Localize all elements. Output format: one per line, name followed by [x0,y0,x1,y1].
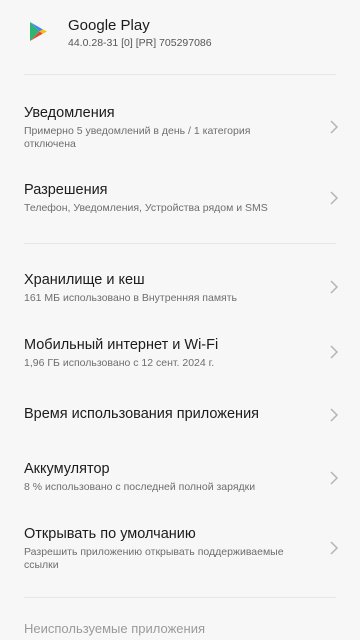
settings-item-title: Хранилище и кеш [24,272,145,288]
unused-apps-title[interactable]: Неиспользуемые приложения [24,621,205,636]
settings-item-mobile-data[interactable]: Мобильный интернет и Wi-Fi 1,96 ГБ испол… [0,333,360,373]
divider [24,597,336,598]
settings-item-subtitle: 1,96 ГБ использовано с 12 сент. 2024 г. [24,357,215,369]
settings-item-screen-time[interactable]: Время использования приложения [0,400,360,428]
google-play-icon [26,20,50,44]
chevron-right-icon [328,190,340,206]
settings-item-open-by-default[interactable]: Открывать по умолчанию Разрешить приложе… [0,522,360,574]
chevron-right-icon [328,470,340,486]
settings-item-title: Мобильный интернет и Wi-Fi [24,337,219,353]
app-version: 44.0.28-31 [0] [PR] 705297086 [68,37,212,49]
settings-item-title: Открывать по умолчанию [24,526,196,542]
settings-item-subtitle: Примерно 5 уведомлений в день / 1 катего… [24,125,251,150]
divider [24,243,336,244]
app-name: Google Play [68,17,150,34]
settings-item-permissions[interactable]: Разрешения Телефон, Уведомления, Устройс… [0,178,360,222]
settings-item-subtitle: 8 % использовано с последней полной заря… [24,481,256,493]
settings-item-title: Время использования приложения [24,406,260,422]
settings-item-title: Аккумулятор [24,461,110,477]
chevron-right-icon [328,407,340,423]
chevron-right-icon [328,344,340,360]
chevron-right-icon [328,540,340,556]
settings-item-notifications[interactable]: Уведомления Примерно 5 уведомлений в ден… [0,100,360,156]
divider [24,74,336,75]
settings-item-title: Уведомления [24,105,115,121]
settings-item-subtitle: 161 МБ использовано в Внутренняя память [24,292,238,304]
settings-item-subtitle: Телефон, Уведомления, Устройства рядом и… [24,202,268,214]
chevron-right-icon [328,279,340,295]
settings-item-battery[interactable]: Аккумулятор 8 % использовано с последней… [0,457,360,497]
settings-item-storage[interactable]: Хранилище и кеш 161 МБ использовано в Вн… [0,268,360,308]
chevron-right-icon [328,119,340,135]
settings-item-subtitle: Разрешить приложению открывать поддержив… [24,546,284,571]
app-header: Google Play 44.0.28-31 [0] [PR] 70529708… [0,0,360,64]
settings-item-title: Разрешения [24,182,108,198]
